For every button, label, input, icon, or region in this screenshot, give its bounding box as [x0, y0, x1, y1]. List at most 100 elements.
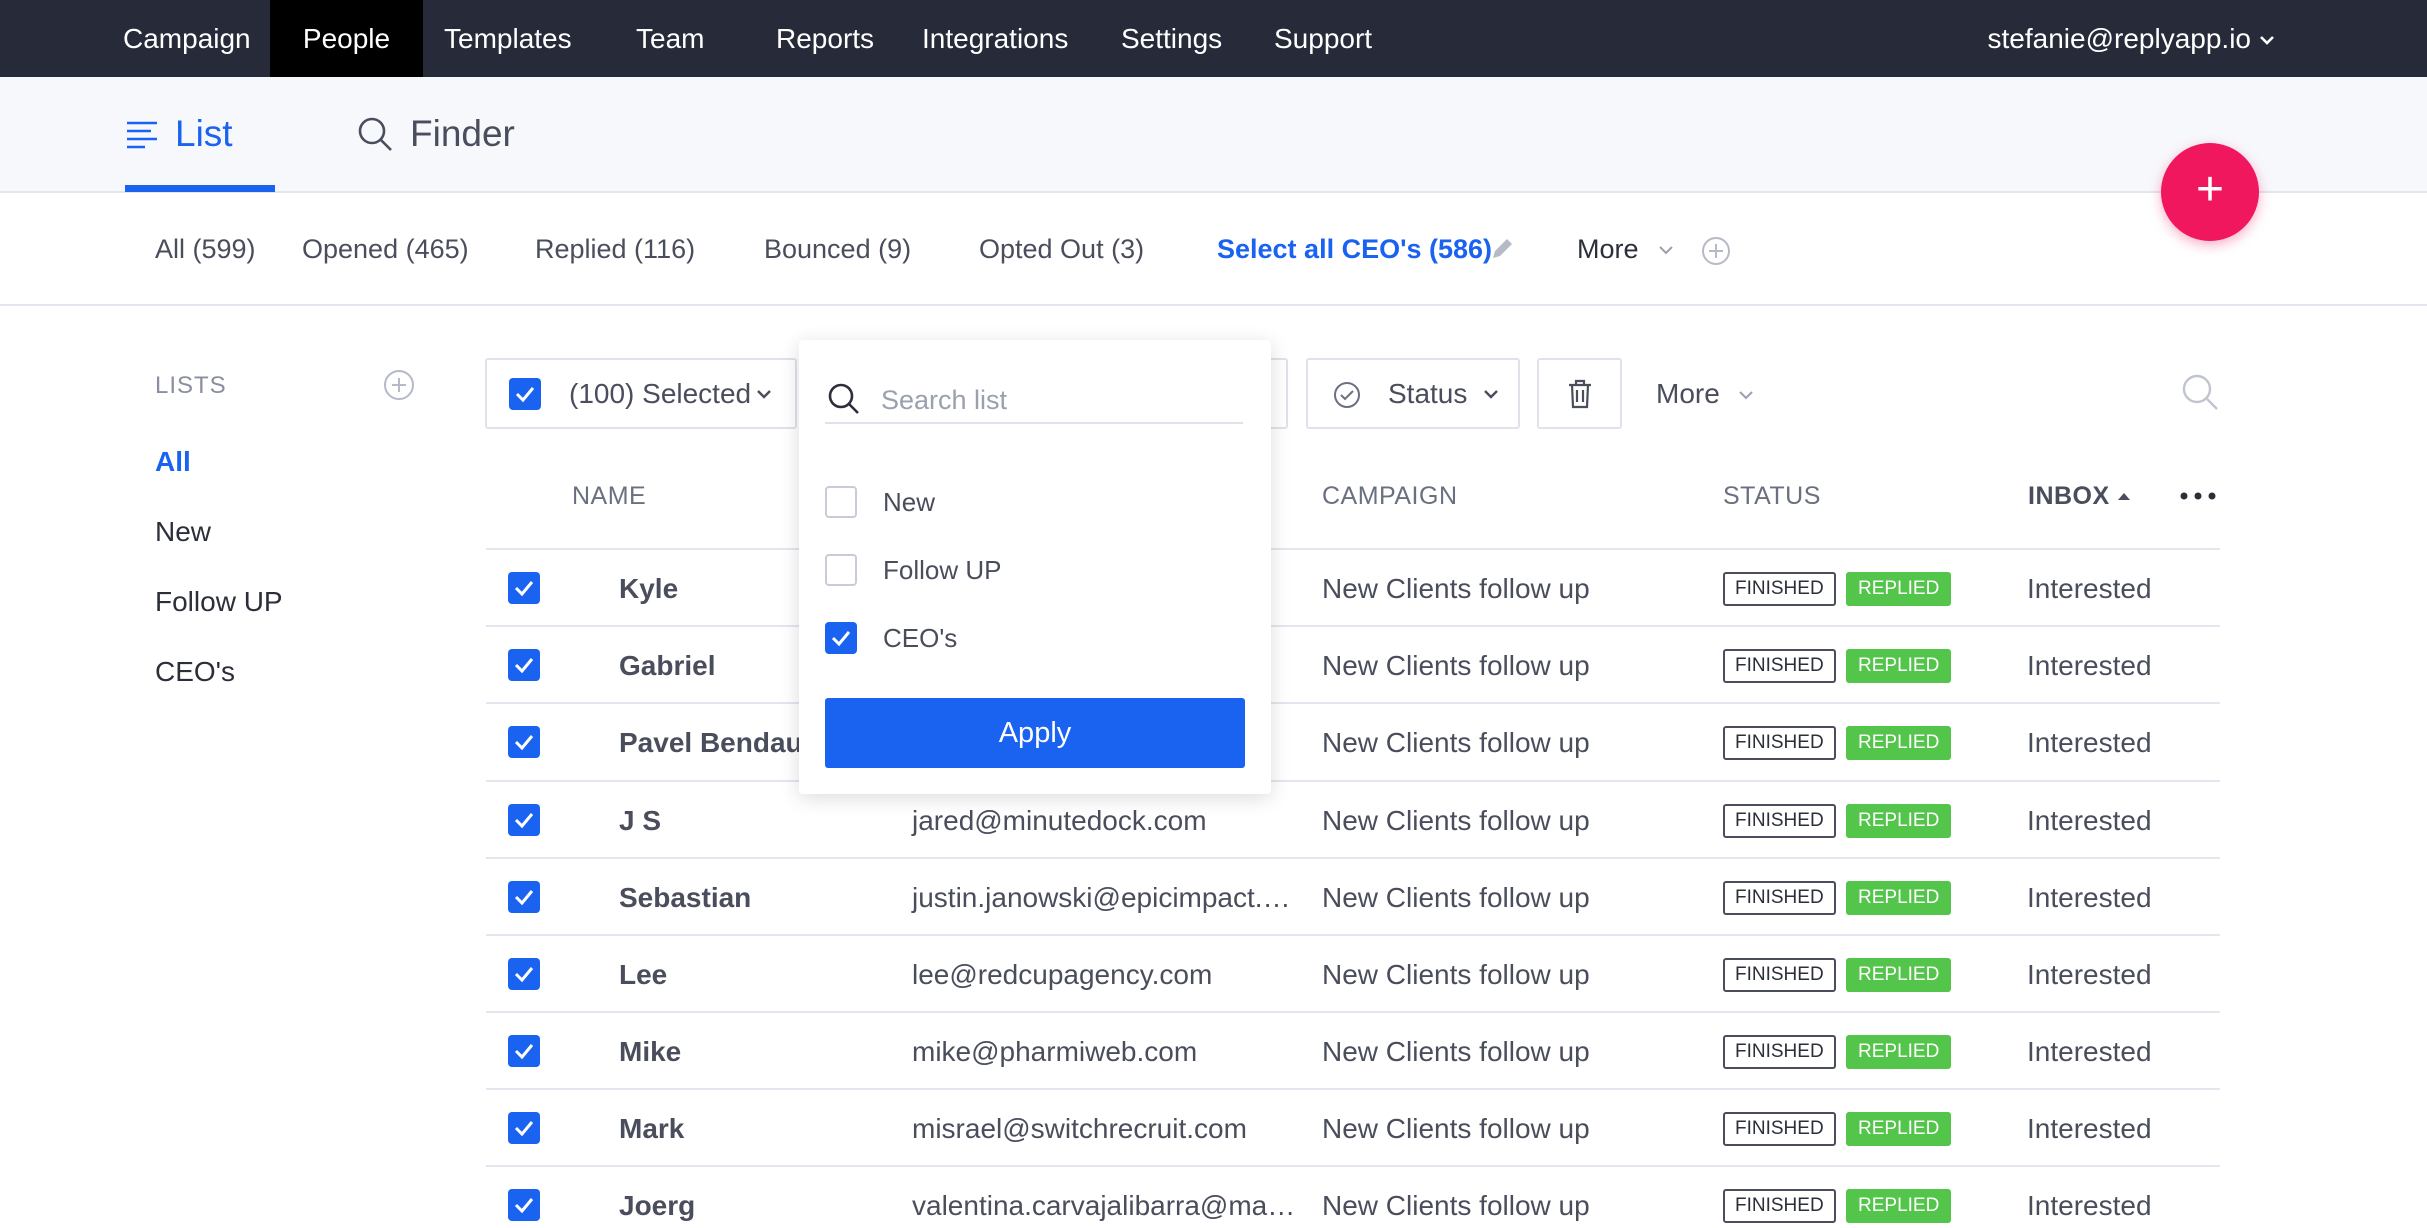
tab-finder[interactable]: Finder [356, 77, 515, 191]
row-checkbox[interactable] [508, 649, 540, 681]
selected-count-label: (100) Selected [569, 378, 752, 409]
list-option-label: CEO's [883, 622, 958, 653]
table-row[interactable]: Mike mike@pharmiweb.com New Clients foll… [486, 1011, 2220, 1088]
list-option-checkbox[interactable] [825, 622, 857, 654]
contact-name[interactable]: Kyle [619, 550, 678, 627]
filter-opted-out[interactable]: Opted Out (3) [979, 193, 1144, 306]
pencil-icon[interactable] [1489, 236, 1515, 262]
inbox-status: Interested [2027, 1113, 2152, 1144]
trash-icon [1569, 379, 1591, 409]
nav-team[interactable]: Team [603, 0, 737, 77]
contact-name[interactable]: Mark [619, 1090, 684, 1167]
filter-all[interactable]: All (599) [155, 193, 256, 306]
status-badge-finished: FINISHED [1723, 958, 1836, 992]
row-checkbox[interactable] [508, 572, 540, 604]
status-badge-finished: FINISHED [1723, 1189, 1836, 1223]
filter-select-all-ceos[interactable]: Select all CEO's (586) [1217, 193, 1492, 306]
sort-asc-icon[interactable] [2116, 490, 2132, 502]
contact-campaign: New Clients follow up [1322, 573, 1590, 604]
select-all-checkbox[interactable] [509, 378, 541, 410]
status-badge-replied: REPLIED [1846, 804, 1952, 838]
status-badge-replied: REPLIED [1846, 881, 1952, 915]
filter-opened[interactable]: Opened (465) [302, 193, 469, 306]
chevron-down-icon[interactable] [1657, 243, 1675, 257]
add-list-icon[interactable] [383, 369, 415, 401]
contact-name[interactable]: Mike [619, 1013, 681, 1090]
contact-name[interactable]: Gabriel [619, 627, 715, 704]
sidebar-item-ceos[interactable]: CEO's [155, 656, 235, 688]
status-badge-replied: REPLIED [1846, 726, 1952, 760]
table-row[interactable]: Sebastian justin.janowski@epicimpact.… N… [486, 857, 2220, 934]
contact-email: justin.janowski@epicimpact.… [912, 882, 1291, 913]
row-checkbox[interactable] [508, 881, 540, 913]
row-checkbox[interactable] [508, 804, 540, 836]
nav-integrations[interactable]: Integrations [889, 0, 1101, 77]
active-tab-indicator [125, 185, 275, 192]
more-options-icon[interactable] [2178, 490, 2218, 502]
sidebar-item-all[interactable]: All [155, 446, 191, 478]
status-badge-finished: FINISHED [1723, 881, 1836, 915]
nav-templates[interactable]: Templates [411, 0, 605, 77]
chevron-down-icon[interactable] [1737, 388, 1755, 402]
contact-name[interactable]: Joerg [619, 1167, 695, 1228]
row-checkbox[interactable] [508, 1189, 540, 1221]
list-option-checkbox[interactable] [825, 554, 857, 586]
chevron-down-icon[interactable] [2257, 30, 2277, 50]
list-option-checkbox[interactable] [825, 486, 857, 518]
column-header-status[interactable]: STATUS [1723, 482, 1821, 511]
status-dropdown[interactable]: Status [1306, 358, 1520, 429]
delete-button[interactable] [1537, 358, 1622, 429]
table-row[interactable]: Kyle New Clients follow up FINISHED REPL… [486, 548, 2220, 625]
contact-name[interactable]: J S [619, 782, 661, 859]
contact-email: misrael@switchrecruit.com [912, 1113, 1247, 1144]
list-search-input[interactable] [881, 382, 1231, 418]
row-checkbox[interactable] [508, 726, 540, 758]
table-row[interactable]: Joerg valentina.carvajalibarra@ma… New C… [486, 1165, 2220, 1228]
table-row[interactable]: Gabriel New Clients follow up FINISHED R… [486, 625, 2220, 702]
table-row[interactable]: Lee lee@redcupagency.com New Clients fol… [486, 934, 2220, 1011]
nav-campaign[interactable]: Campaign [90, 0, 284, 77]
tab-finder-label: Finder [410, 113, 515, 154]
contact-name[interactable]: Pavel Bendau [619, 704, 803, 781]
toolbar-more[interactable]: More [1656, 358, 1720, 429]
table-row[interactable]: Pavel Bendau New Clients follow up FINIS… [486, 702, 2220, 779]
column-header-campaign[interactable]: CAMPAIGN [1322, 482, 1458, 511]
column-header-name[interactable]: NAME [572, 482, 646, 511]
row-checkbox[interactable] [508, 1112, 540, 1144]
list-option-follow-up[interactable]: Follow UP [825, 552, 1001, 588]
apply-button[interactable]: Apply [825, 698, 1245, 768]
list-option-label: Follow UP [883, 554, 1002, 585]
contact-campaign: New Clients follow up [1322, 882, 1590, 913]
list-option-ceos[interactable]: CEO's [825, 620, 957, 656]
sidebar-item-follow-up[interactable]: Follow UP [155, 586, 283, 618]
contact-name[interactable]: Lee [619, 936, 667, 1013]
nav-settings[interactable]: Settings [1088, 0, 1255, 77]
table-row[interactable]: Mark misrael@switchrecruit.com New Clien… [486, 1088, 2220, 1165]
contact-campaign: New Clients follow up [1322, 805, 1590, 836]
search-icon[interactable] [2180, 372, 2220, 412]
add-filter-icon[interactable] [1701, 236, 1731, 266]
chevron-down-icon [1484, 390, 1498, 399]
contact-name[interactable]: Sebastian [619, 859, 751, 936]
user-menu[interactable]: stefanie@replyapp.io [1988, 0, 2251, 77]
nav-support[interactable]: Support [1241, 0, 1405, 77]
row-checkbox[interactable] [508, 1035, 540, 1067]
sidebar-item-new[interactable]: New [155, 516, 211, 548]
row-checkbox[interactable] [508, 958, 540, 990]
filter-bounced[interactable]: Bounced (9) [764, 193, 911, 306]
selected-dropdown[interactable]: (100) Selected [485, 358, 797, 429]
list-dropdown: New Follow UP CEO's Apply [799, 340, 1271, 794]
column-header-inbox[interactable]: INBOX [2028, 482, 2110, 511]
filter-replied[interactable]: Replied (116) [535, 193, 695, 306]
status-badge-replied: REPLIED [1846, 1112, 1952, 1146]
list-option-new[interactable]: New [825, 484, 935, 520]
check-circle-icon [1334, 382, 1360, 408]
nav-reports[interactable]: Reports [743, 0, 907, 77]
tab-list[interactable]: List [125, 77, 233, 191]
list-icon [127, 121, 157, 149]
nav-people[interactable]: People [270, 0, 423, 77]
contact-campaign: New Clients follow up [1322, 727, 1590, 758]
filter-more[interactable]: More [1577, 193, 1639, 306]
table-row[interactable]: J S jared@minutedock.com New Clients fol… [486, 780, 2220, 857]
contact-email: valentina.carvajalibarra@ma… [912, 1190, 1296, 1221]
